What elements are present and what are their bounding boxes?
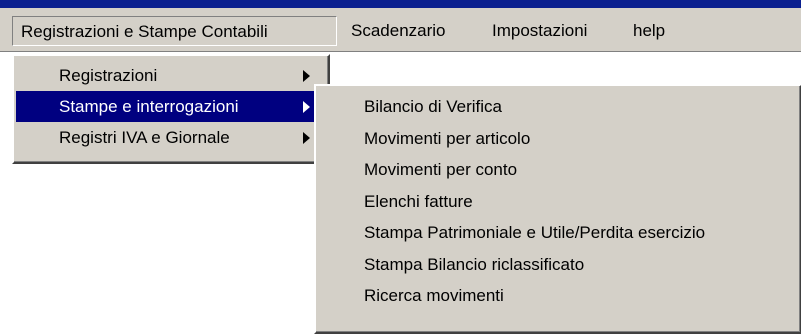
submenu-item-movimenti-per-conto[interactable]: Movimenti per conto <box>316 154 800 186</box>
submenu-item-ricerca-movimenti[interactable]: Ricerca movimenti <box>316 280 800 312</box>
menu-scadenzario[interactable]: Scadenzario <box>343 16 454 46</box>
menu-item-stampe-e-interrogazioni[interactable]: Stampe e interrogazioni <box>16 91 326 122</box>
submenu-arrow-icon <box>303 101 310 113</box>
submenu-item-stampa-bilancio-riclassificato[interactable]: Stampa Bilancio riclassificato <box>316 249 800 281</box>
menu-help[interactable]: help <box>625 16 673 46</box>
window-title-bar-strip <box>0 0 801 8</box>
menu-item-label: Registri IVA e Giornale <box>59 128 230 147</box>
menu-registrazioni-e-stampe-contabili[interactable]: Registrazioni e Stampe Contabili <box>12 16 337 46</box>
menu-item-label: Registrazioni <box>59 66 158 85</box>
submenu-item-elenchi-fatture[interactable]: Elenchi fatture <box>316 186 800 218</box>
dropdown-menu: Registrazioni Stampe e interrogazioni Re… <box>12 54 330 164</box>
submenu-arrow-icon <box>303 70 310 82</box>
menu-item-registri-iva-e-giornale[interactable]: Registri IVA e Giornale <box>14 122 328 153</box>
submenu-stampe-e-interrogazioni: Bilancio di Verifica Movimenti per artic… <box>314 84 801 334</box>
submenu-item-movimenti-per-articolo[interactable]: Movimenti per articolo <box>316 123 800 155</box>
menu-bar: Registrazioni e Stampe Contabili Scadenz… <box>0 8 801 52</box>
submenu-item-stampa-patrimoniale[interactable]: Stampa Patrimoniale e Utile/Perdita eser… <box>316 217 800 249</box>
menu-item-label: Stampe e interrogazioni <box>59 97 239 116</box>
menu-item-registrazioni[interactable]: Registrazioni <box>14 60 328 91</box>
menu-impostazioni[interactable]: Impostazioni <box>484 16 595 46</box>
submenu-item-bilancio-di-verifica[interactable]: Bilancio di Verifica <box>316 91 800 123</box>
submenu-arrow-icon <box>303 132 310 144</box>
